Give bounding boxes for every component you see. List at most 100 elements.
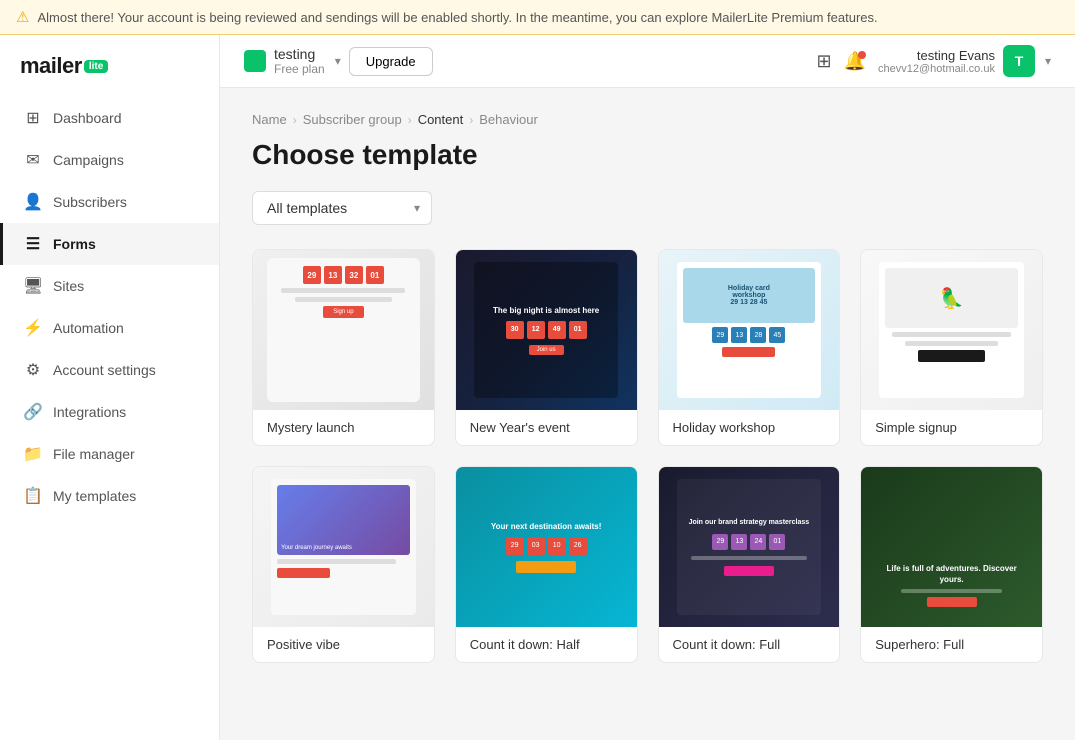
template-card-count-it-down-full[interactable]: Join our brand strategy masterclass 29 1… xyxy=(658,466,841,663)
cta-button-preview xyxy=(516,561,576,573)
text-line xyxy=(691,556,807,560)
holiday-counter: 29 13 28 45 xyxy=(683,327,816,343)
signup-thumb-content: 🦜 xyxy=(879,262,1024,398)
sidebar-item-label: Automation xyxy=(53,320,124,336)
cdh-title: Your next destination awaits! xyxy=(491,522,602,531)
counter-box: 13 xyxy=(731,534,747,550)
cta-button-preview xyxy=(918,350,984,362)
template-card-mystery-launch[interactable]: 29 13 32 01 Sign up Mystery launch xyxy=(252,249,435,446)
page-title: Choose template xyxy=(252,139,1043,171)
user-name: testing Evans xyxy=(917,48,995,63)
newyear-thumb-content: The big night is almost here 30 12 49 01… xyxy=(474,262,619,398)
cta-button-preview xyxy=(724,566,774,576)
sidebar-item-my-templates[interactable]: 📋 My templates xyxy=(0,475,219,517)
sidebar-item-account-settings[interactable]: ⚙ Account settings xyxy=(0,349,219,391)
counter-box: 01 xyxy=(769,534,785,550)
positive-image: Your dream journey awaits xyxy=(277,485,410,555)
campaigns-icon: ✉ xyxy=(23,150,43,170)
text-line xyxy=(892,332,1011,337)
template-name: Count it down: Half xyxy=(456,627,637,662)
cdf-counter: 29 13 24 01 xyxy=(712,534,785,550)
sidebar-item-label: Account settings xyxy=(53,362,156,378)
counter-box: 26 xyxy=(569,537,587,555)
cdf-title: Join our brand strategy masterclass xyxy=(689,518,810,527)
text-line xyxy=(277,559,396,564)
breadcrumb-sep-2: › xyxy=(408,113,412,127)
user-chevron-icon: ▾ xyxy=(1045,54,1051,68)
template-name: Simple signup xyxy=(861,410,1042,445)
settings-icon: ⚙ xyxy=(23,360,43,380)
template-grid: 29 13 32 01 Sign up Mystery launch xyxy=(252,249,1043,663)
logo-text: mailer xyxy=(20,53,82,79)
my-templates-icon: 📋 xyxy=(23,486,43,506)
holiday-thumb-content: Holiday cardworkshop29 13 28 45 29 13 28… xyxy=(677,262,822,398)
breadcrumb-content: Content xyxy=(418,112,464,127)
sidebar-item-forms[interactable]: ☰ Forms xyxy=(0,223,219,265)
signup-image: 🦜 xyxy=(885,268,1018,328)
notification-bell[interactable]: 🔔 xyxy=(844,51,866,72)
template-name: Count it down: Full xyxy=(659,627,840,662)
sidebar-item-automation[interactable]: ⚡ Automation xyxy=(0,307,219,349)
text-line xyxy=(281,288,405,293)
upgrade-button[interactable]: Upgrade xyxy=(349,47,433,76)
workspace-badge xyxy=(244,50,266,72)
breadcrumb-sep-1: › xyxy=(293,113,297,127)
top-banner: ⚠ Almost there! Your account is being re… xyxy=(0,0,1075,35)
countdown-full-thumb-content: Join our brand strategy masterclass 29 1… xyxy=(677,479,822,615)
template-card-count-it-down-half[interactable]: Your next destination awaits! 29 03 10 2… xyxy=(455,466,638,663)
grid-icon[interactable]: ⊞ xyxy=(817,51,832,72)
sidebar-item-integrations[interactable]: 🔗 Integrations xyxy=(0,391,219,433)
counter-box: 29 xyxy=(506,537,524,555)
breadcrumb-sep-3: › xyxy=(469,113,473,127)
notification-dot xyxy=(858,51,866,59)
template-card-superhero-full[interactable]: Life is full of adventures. Discover you… xyxy=(860,466,1043,663)
template-card-simple-signup[interactable]: 🦜 Simple signup xyxy=(860,249,1043,446)
template-name: Positive vibe xyxy=(253,627,434,662)
sidebar-item-sites[interactable]: 🖥 Sites xyxy=(0,265,219,307)
banner-message: Almost there! Your account is being revi… xyxy=(37,10,877,25)
topbar: testing Free plan ▾ Upgrade ⊞ 🔔 testing … xyxy=(220,35,1075,88)
template-name: Mystery launch xyxy=(253,410,434,445)
subscribers-icon: 👤 xyxy=(23,192,43,212)
mystery-counter: 29 13 32 01 xyxy=(303,266,384,284)
main-nav: ⊞ Dashboard ✉ Campaigns 👤 Subscribers ☰ … xyxy=(0,97,219,517)
breadcrumb-behaviour[interactable]: Behaviour xyxy=(479,112,538,127)
bird-icon: 🦜 xyxy=(939,286,964,311)
user-menu[interactable]: testing Evans chevv12@hotmail.co.uk T ▾ xyxy=(878,45,1051,77)
template-card-holiday-workshop[interactable]: Holiday cardworkshop29 13 28 45 29 13 28… xyxy=(658,249,841,446)
workspace-plan: Free plan xyxy=(274,62,325,76)
user-email: chevv12@hotmail.co.uk xyxy=(878,63,995,75)
workspace-name: testing xyxy=(274,46,325,62)
template-thumb-signup: 🦜 xyxy=(861,250,1042,410)
counter-box: 13 xyxy=(324,266,342,284)
breadcrumb-subscriber-group[interactable]: Subscriber group xyxy=(303,112,402,127)
positive-text: Your dream journey awaits xyxy=(281,545,352,551)
cdh-counter: 29 03 10 26 xyxy=(506,537,587,555)
text-line xyxy=(901,589,1002,593)
template-filter-select[interactable]: All templates My templates Recent xyxy=(252,191,432,225)
sidebar-item-label: Integrations xyxy=(53,404,126,420)
sidebar-item-file-manager[interactable]: 📁 File manager xyxy=(0,433,219,475)
breadcrumb-name[interactable]: Name xyxy=(252,112,287,127)
template-thumb-countdown-full: Join our brand strategy masterclass 29 1… xyxy=(659,467,840,627)
counter-box: 03 xyxy=(527,537,545,555)
template-thumb-superhero: Life is full of adventures. Discover you… xyxy=(861,467,1042,627)
template-card-positive-vibe[interactable]: Your dream journey awaits Positive vibe xyxy=(252,466,435,663)
sidebar-item-campaigns[interactable]: ✉ Campaigns xyxy=(0,139,219,181)
text-line xyxy=(905,341,998,346)
mystery-thumb-content: 29 13 32 01 Sign up xyxy=(267,258,421,402)
sidebar-item-label: Forms xyxy=(53,236,96,252)
user-avatar: T xyxy=(1003,45,1035,77)
template-filter-wrap: All templates My templates Recent ▾ xyxy=(252,191,432,225)
integrations-icon: 🔗 xyxy=(23,402,43,422)
counter-box: 32 xyxy=(345,266,363,284)
sidebar-item-subscribers[interactable]: 👤 Subscribers xyxy=(0,181,219,223)
topbar-right: ⊞ 🔔 testing Evans chevv12@hotmail.co.uk … xyxy=(817,45,1052,77)
sidebar-item-dashboard[interactable]: ⊞ Dashboard xyxy=(0,97,219,139)
newyear-title: The big night is almost here xyxy=(493,306,599,315)
topbar-left: testing Free plan ▾ Upgrade xyxy=(244,46,433,76)
template-card-new-years-event[interactable]: The big night is almost here 30 12 49 01… xyxy=(455,249,638,446)
counter-box: 01 xyxy=(366,266,384,284)
content-area: Name › Subscriber group › Content › Beha… xyxy=(220,88,1075,740)
cta-button-preview xyxy=(277,568,330,578)
